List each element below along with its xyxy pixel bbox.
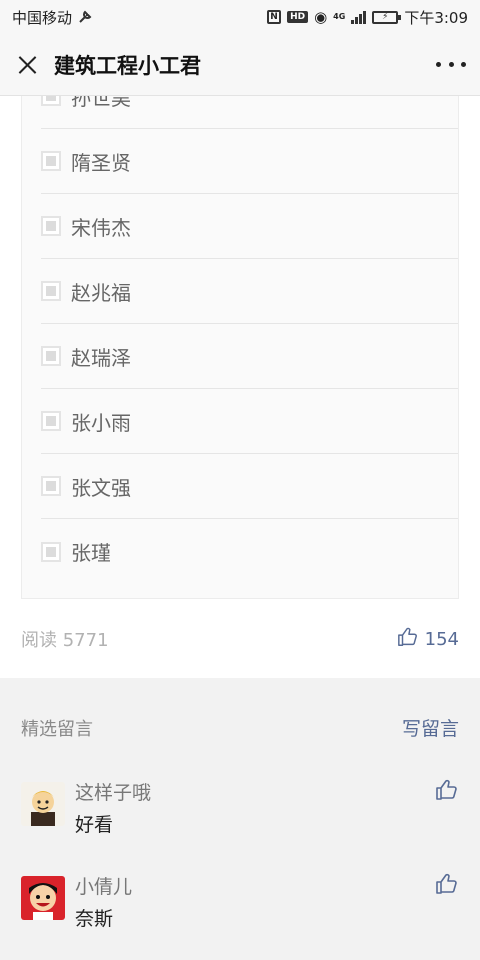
- thumbs-up-icon: [397, 626, 419, 653]
- comment-like-icon[interactable]: [435, 778, 459, 806]
- list-item-label: 隋圣贤: [71, 150, 131, 175]
- checkbox-icon: [41, 216, 61, 236]
- list-item: 张瑾: [41, 519, 458, 584]
- checkbox-icon: [41, 281, 61, 301]
- status-bar: 中国移动 N HD ◉ 4G ⚡ 下午3:09: [0, 0, 480, 34]
- list-item: 张小雨: [41, 389, 458, 454]
- checkbox-icon: [41, 476, 61, 496]
- checkbox-icon: [41, 151, 61, 171]
- network-type-label: 4G: [333, 12, 346, 21]
- clock: 下午3:09: [404, 8, 468, 27]
- comment-like-icon[interactable]: [435, 872, 459, 900]
- close-icon[interactable]: [14, 52, 40, 78]
- page-title: 建筑工程小工君: [54, 53, 201, 78]
- list-item: 隋圣贤: [41, 129, 458, 194]
- comment-item: 这样子哦 好看: [21, 778, 459, 858]
- list-item: 宋伟杰: [41, 194, 458, 259]
- comments-header: 精选留言 写留言: [21, 714, 459, 741]
- checkbox-icon: [41, 96, 61, 106]
- list-item-label: 宋伟杰: [71, 215, 131, 240]
- checkbox-icon: [41, 541, 61, 562]
- avatar[interactable]: [21, 876, 65, 920]
- list-item: 张文强: [41, 454, 458, 519]
- signal-icon: [351, 10, 367, 24]
- nfc-icon: N: [267, 10, 282, 24]
- list-item-label: 张瑾: [71, 541, 111, 565]
- name-list: 孙世昊 隋圣贤 宋伟杰 赵兆福 赵瑞泽 张小雨 张文强 张瑾: [21, 96, 459, 599]
- list-item-label: 张小雨: [71, 410, 131, 435]
- checkbox-icon: [41, 411, 61, 431]
- like-button[interactable]: 154: [397, 626, 459, 653]
- avatar[interactable]: [21, 782, 65, 826]
- comment-nickname: 这样子哦: [75, 782, 152, 804]
- comments-section: 精选留言 写留言 这样子哦 好看 小倩儿 奈斯: [0, 678, 480, 960]
- list-item-label: 赵兆福: [71, 280, 131, 305]
- list-item-label: 张文强: [71, 475, 131, 500]
- list-item: 赵兆福: [41, 259, 458, 324]
- list-item-label: 赵瑞泽: [71, 345, 131, 370]
- eye-icon: ◉: [314, 8, 328, 26]
- nav-bar: 建筑工程小工君: [0, 34, 480, 96]
- checkbox-icon: [41, 346, 61, 366]
- comment-text: 好看: [75, 814, 114, 836]
- article-stats: 阅读 5771 154: [21, 618, 459, 660]
- read-count: 阅读 5771: [21, 630, 109, 651]
- comment-nickname: 小倩儿: [75, 876, 133, 898]
- wrench-icon: [78, 10, 92, 24]
- carrier-label: 中国移动: [12, 8, 73, 27]
- list-item: 赵瑞泽: [41, 324, 458, 389]
- more-options-icon[interactable]: [436, 62, 466, 67]
- hd-icon: HD: [287, 11, 309, 23]
- list-item-label: 孙世昊: [71, 96, 131, 110]
- like-count: 154: [424, 628, 459, 650]
- list-item: 孙世昊: [41, 96, 458, 129]
- comment-text: 奈斯: [75, 908, 114, 930]
- comment-item: 小倩儿 奈斯: [21, 872, 459, 952]
- battery-icon: ⚡: [372, 10, 402, 24]
- write-comment-link[interactable]: 写留言: [402, 714, 459, 741]
- comments-title: 精选留言: [21, 718, 93, 740]
